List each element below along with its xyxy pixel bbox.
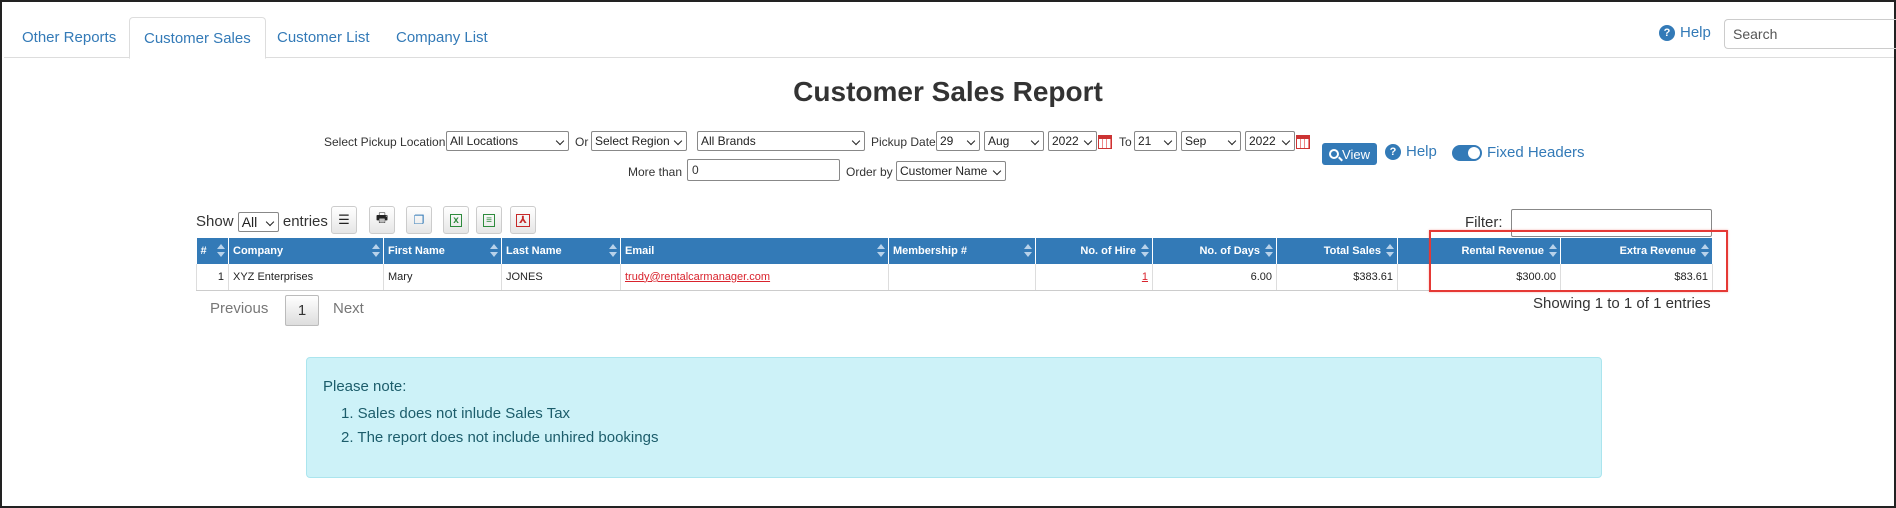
pickup-location-select[interactable]: All Locations (446, 131, 569, 151)
list-icon: ☰ (338, 212, 350, 227)
hire-count-link[interactable]: 1 (1142, 271, 1148, 283)
csv-export-button[interactable]: ≡ (476, 206, 502, 234)
question-circle-icon: ? (1659, 24, 1675, 41)
hire-count-cell: 1 (1035, 264, 1153, 291)
last-name-cell: JONES (501, 264, 621, 291)
sort-icon (490, 244, 498, 258)
from-calendar-icon[interactable] (1098, 135, 1112, 149)
revenue-highlight-box (1429, 230, 1728, 292)
question-circle-icon: ? (1385, 143, 1401, 160)
current-page-button[interactable]: 1 (285, 295, 319, 326)
note-item: 1. Sales does not inlude Sales Tax (341, 405, 571, 422)
column-header[interactable]: Last Name (501, 238, 621, 264)
tab-bar: Other Reports Customer Sales Customer Li… (4, 17, 1894, 59)
column-header[interactable]: Email (620, 238, 889, 264)
sort-icon (609, 244, 617, 258)
show-label: Show (196, 212, 234, 230)
header-help-link[interactable]: ? Help (1659, 24, 1711, 41)
days-cell: 6.00 (1152, 264, 1277, 291)
report-help-label: Help (1406, 143, 1437, 160)
pickup-date-label: Pickup Date (871, 135, 936, 149)
column-list-button[interactable]: ☰ (331, 206, 357, 234)
search-input[interactable]: Search (1724, 19, 1896, 49)
sort-icon (217, 244, 225, 258)
print-button[interactable]: 🖶 (369, 206, 395, 234)
row-number-cell: 1 (196, 264, 229, 291)
column-header[interactable]: Company (228, 238, 384, 264)
note-title: Please note: (323, 378, 407, 395)
sort-icon (1141, 244, 1149, 258)
copy-button[interactable]: ❐ (406, 206, 432, 234)
sort-icon (1265, 244, 1273, 258)
fixed-headers-label: Fixed Headers (1487, 144, 1585, 161)
pdf-export-button[interactable]: ⅄ (510, 206, 536, 234)
report-help-link[interactable]: ? Help (1385, 143, 1437, 160)
pickup-location-label: Select Pickup Location (324, 135, 446, 149)
from-day-select[interactable]: 29 (936, 131, 980, 151)
column-header[interactable]: First Name (383, 238, 502, 264)
column-header[interactable]: No. of Hire (1035, 238, 1153, 264)
or-label: Or (575, 135, 589, 149)
header-help-label: Help (1680, 24, 1711, 41)
filter-label: Filter: (1465, 214, 1503, 231)
email-link[interactable]: trudy@rentalcarmanager.com (625, 271, 770, 283)
view-button-label: View (1342, 146, 1370, 162)
entries-info: Showing 1 to 1 of 1 entries (1533, 295, 1711, 312)
to-day-select[interactable]: 21 (1134, 131, 1177, 151)
sort-icon (1024, 244, 1032, 258)
column-header[interactable]: Membership # (888, 238, 1036, 264)
order-by-label: Order by (846, 165, 893, 179)
tab-customer-list[interactable]: Customer List (263, 17, 384, 58)
to-calendar-icon[interactable] (1296, 135, 1310, 149)
more-than-label: More than (628, 165, 683, 179)
first-name-cell: Mary (383, 264, 502, 291)
printer-icon: 🖶 (375, 210, 389, 225)
note-item: 2. The report does not include unhired b… (341, 429, 659, 446)
sort-icon (372, 244, 380, 258)
column-header[interactable]: No. of Days (1152, 238, 1277, 264)
more-than-input[interactable]: 0 (687, 159, 840, 181)
tab-customer-sales[interactable]: Customer Sales (129, 17, 266, 59)
email-cell: trudy@rentalcarmanager.com (620, 264, 889, 291)
search-icon (1329, 149, 1340, 159)
page-title: Customer Sales Report (793, 76, 1103, 107)
view-button[interactable]: View (1322, 143, 1377, 165)
next-page-button[interactable]: Next (333, 300, 364, 317)
show-entries-control: Show All entries (196, 212, 328, 232)
previous-page-button[interactable]: Previous (210, 300, 268, 317)
to-month-select[interactable]: Sep (1181, 131, 1241, 151)
order-by-select[interactable]: Customer Name (896, 161, 1006, 181)
csv-file-icon: ≡ (483, 213, 495, 227)
copy-icon: ❐ (413, 213, 425, 227)
excel-export-button[interactable]: x (443, 206, 469, 234)
brands-select[interactable]: All Brands (697, 131, 865, 151)
company-cell: XYZ Enterprises (228, 264, 384, 291)
column-header[interactable]: Total Sales (1276, 238, 1398, 264)
tab-company-list[interactable]: Company List (382, 17, 502, 58)
entries-label: entries (282, 212, 328, 230)
to-label: To (1119, 135, 1132, 149)
region-select[interactable]: Select Region (591, 131, 687, 151)
excel-file-icon: x (450, 213, 462, 227)
pdf-file-icon: ⅄ (516, 213, 530, 227)
sort-icon (1386, 244, 1394, 258)
tab-other-reports[interactable]: Other Reports (8, 17, 130, 58)
note-list: 1. Sales does not inlude Sales Tax 2. Th… (341, 402, 658, 450)
fixed-headers-toggle[interactable] (1452, 145, 1482, 161)
from-month-select[interactable]: Aug (984, 131, 1044, 151)
column-header[interactable]: # (196, 238, 229, 264)
total-sales-cell: $383.61 (1276, 264, 1398, 291)
sort-icon (877, 244, 885, 258)
from-year-select[interactable]: 2022 (1048, 131, 1097, 151)
to-year-select[interactable]: 2022 (1245, 131, 1295, 151)
entries-select[interactable]: All (237, 212, 279, 232)
membership-cell (888, 264, 1036, 291)
note-alert: Please note: 1. Sales does not inlude Sa… (306, 357, 1602, 478)
